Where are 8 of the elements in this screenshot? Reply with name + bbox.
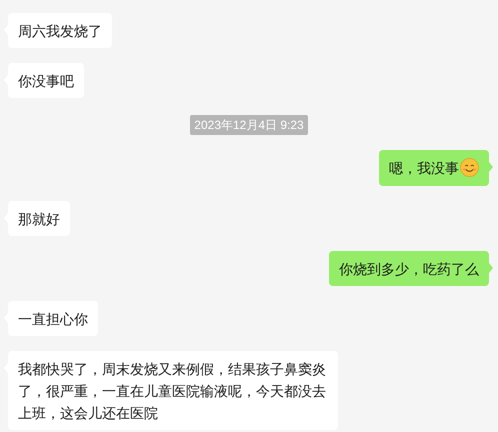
message-text: 一直担心你 xyxy=(18,310,88,328)
message-text: 周六我发烧了 xyxy=(18,22,102,40)
message-text: 你没事吧 xyxy=(18,72,74,90)
message-text: 你烧到多少，吃药了么 xyxy=(339,260,479,278)
timestamp: 2023年12月4日 9:23 xyxy=(190,115,308,135)
message-text: 嗯，我没事 xyxy=(389,160,459,176)
message-text: 我都快哭了，周末发烧又来例假，结果孩子鼻窦炎了，很严重，一直在儿童医院输液呢，今天都没去上班，这会儿还在医院 xyxy=(18,360,327,422)
message-text: 那就好 xyxy=(18,210,60,228)
